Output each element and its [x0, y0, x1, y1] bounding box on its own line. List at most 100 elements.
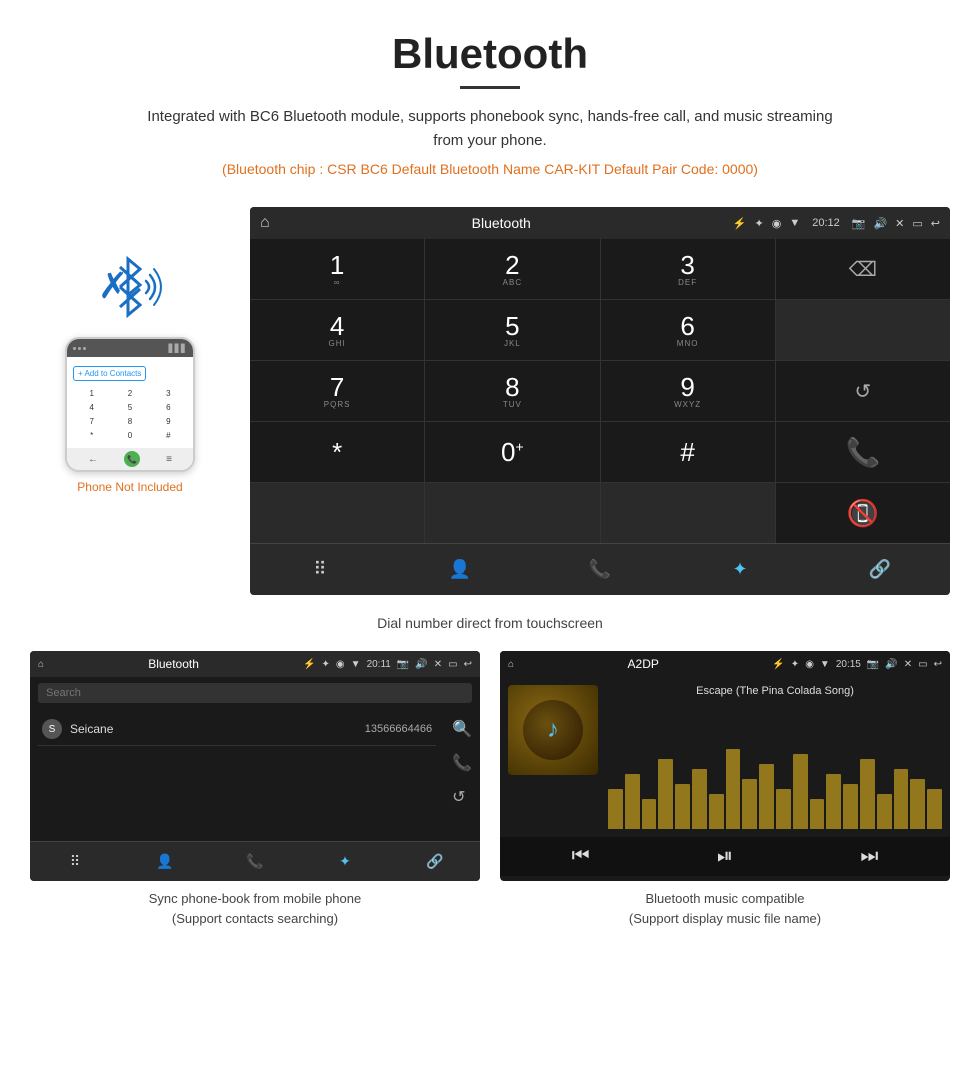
- pb-close-icon[interactable]: ✕: [434, 659, 442, 670]
- pb-signal-icon: ▼: [351, 659, 361, 670]
- dial-key-3[interactable]: 3DEF: [601, 239, 775, 299]
- a2dp-camera-icon[interactable]: 📷: [867, 659, 879, 670]
- music-screen: ⌂ A2DP ⚡ ✦ ◉ ▼ 20:15 📷 🔊 ✕ ▭ ↩ ♪: [500, 651, 950, 881]
- pb-vol-icon[interactable]: 🔊: [415, 659, 427, 670]
- pb-call-icon[interactable]: 📞: [452, 753, 472, 773]
- volume-icon[interactable]: 🔊: [873, 217, 887, 230]
- dial-caption: Dial number direct from touchscreen: [0, 615, 980, 631]
- viz-bar: [894, 769, 909, 829]
- page-title: Bluetooth: [20, 30, 960, 78]
- viz-bar: [608, 789, 623, 829]
- dial-key-2[interactable]: 2ABC: [425, 239, 599, 299]
- phone-mockup: ▋▋▋ + Add to Contacts 1 2 3 4 5 6 7 8 9 …: [65, 337, 195, 472]
- pb-contact-row[interactable]: S Seicane 13566664466: [38, 713, 436, 746]
- dial-key-empty-1: [776, 300, 950, 360]
- a2dp-home-icon[interactable]: ⌂: [508, 659, 514, 670]
- page-header: Bluetooth Integrated with BC6 Bluetooth …: [0, 0, 980, 207]
- dial-key-6[interactable]: 6MNO: [601, 300, 775, 360]
- page-description: Integrated with BC6 Bluetooth module, su…: [140, 105, 840, 153]
- music-visualizer: [608, 703, 942, 829]
- bt-music-icon: ♪: [547, 716, 559, 744]
- window-icon[interactable]: ▭: [912, 217, 922, 230]
- pb-bt-bottom-icon[interactable]: ✦: [325, 842, 365, 882]
- car-status-bar: ⌂ Bluetooth ⚡ ✦ ◉ ▼ 20:12 📷 🔊 ✕ ▭ ↩: [250, 207, 950, 239]
- dial-key-1[interactable]: 1∞: [250, 239, 424, 299]
- album-art-inner: ♪: [523, 700, 583, 760]
- viz-bar: [927, 789, 942, 829]
- dial-key-refresh[interactable]: ↺: [776, 361, 950, 421]
- play-pause-button[interactable]: ⏯: [717, 845, 733, 868]
- pb-contact-letter: S: [42, 719, 62, 739]
- viz-bar: [860, 759, 875, 829]
- phone-key-4: 4: [73, 401, 110, 414]
- phone-key-2: 2: [111, 387, 148, 400]
- dial-key-call-green[interactable]: 📞: [776, 422, 950, 482]
- phone-key-9: 9: [150, 415, 187, 428]
- car-phone-icon[interactable]: 📞: [580, 550, 620, 590]
- pb-side-actions: 🔍 📞 ↺: [444, 709, 480, 817]
- a2dp-back-icon[interactable]: ↩: [934, 659, 942, 670]
- phone-call-button[interactable]: 📞: [124, 451, 140, 467]
- pb-home-icon[interactable]: ⌂: [38, 659, 44, 670]
- main-content: ✗ ▋▋▋ + Add to Contacts: [0, 207, 980, 595]
- pb-apps-icon[interactable]: ⠿: [55, 842, 95, 882]
- phonebook-caption-text: Sync phone-book from mobile phone(Suppor…: [149, 891, 361, 926]
- phone-dialpad: 1 2 3 4 5 6 7 8 9 * 0 #: [73, 387, 187, 442]
- phone-key-star: *: [73, 429, 110, 442]
- pb-search-icon[interactable]: 🔍: [452, 719, 472, 739]
- phonebook-screen: ⌂ Bluetooth ⚡ ✦ ◉ ▼ 20:11 📷 🔊 ✕ ▭ ↩: [30, 651, 480, 881]
- pb-back-icon[interactable]: ↩: [464, 659, 472, 670]
- car-contacts-icon[interactable]: 👤: [440, 550, 480, 590]
- pb-contacts-icon[interactable]: 👤: [145, 842, 185, 882]
- car-bluetooth-icon[interactable]: ✦: [720, 550, 760, 590]
- pb-phone-icon[interactable]: 📞: [235, 842, 275, 882]
- viz-bar: [658, 759, 673, 829]
- dial-key-empty-3: [425, 483, 599, 543]
- dial-key-0[interactable]: 0+: [425, 422, 599, 482]
- next-track-button[interactable]: ⏭: [860, 845, 878, 868]
- back-icon[interactable]: ↩: [931, 217, 940, 230]
- dialpad-grid: 1∞ 2ABC 3DEF ⌫ 4GHI 5JKL: [250, 239, 950, 543]
- phone-top-bar: ▋▋▋: [67, 339, 193, 357]
- dial-key-4[interactable]: 4GHI: [250, 300, 424, 360]
- dial-key-9[interactable]: 9WXYZ: [601, 361, 775, 421]
- a2dp-win-icon[interactable]: ▭: [918, 659, 927, 670]
- car-dial-screen: ⌂ Bluetooth ⚡ ✦ ◉ ▼ 20:12 📷 🔊 ✕ ▭ ↩ 1∞ 2…: [250, 207, 950, 595]
- pb-camera-icon[interactable]: 📷: [397, 659, 409, 670]
- dial-key-call-red[interactable]: 📵: [776, 483, 950, 543]
- usb-icon: ⚡: [733, 217, 747, 230]
- car-apps-icon[interactable]: ⠿: [300, 550, 340, 590]
- viz-bar: [843, 784, 858, 829]
- song-title: Escape (The Pina Colada Song): [608, 685, 942, 697]
- dial-key-empty-2: [250, 483, 424, 543]
- a2dp-title: A2DP: [520, 657, 766, 671]
- a2dp-vol-icon[interactable]: 🔊: [885, 659, 897, 670]
- car-link-icon[interactable]: 🔗: [860, 550, 900, 590]
- phone-key-8: 8: [111, 415, 148, 428]
- dialpad-container: 1∞ 2ABC 3DEF ⌫ 4GHI 5JKL: [250, 239, 950, 543]
- pb-win-icon[interactable]: ▭: [448, 659, 457, 670]
- viz-bar: [877, 794, 892, 829]
- dial-key-empty-4: [601, 483, 775, 543]
- dial-key-backspace[interactable]: ⌫: [776, 239, 950, 299]
- close-icon[interactable]: ✕: [895, 217, 904, 230]
- camera-icon[interactable]: 📷: [852, 217, 866, 230]
- dial-key-5[interactable]: 5JKL: [425, 300, 599, 360]
- prev-track-button[interactable]: ⏮: [572, 845, 590, 868]
- pb-gps-icon: ◉: [336, 659, 345, 670]
- bluetooth-waves: ✗: [90, 247, 170, 327]
- dial-key-hash[interactable]: #: [601, 422, 775, 482]
- pb-link-icon[interactable]: 🔗: [415, 842, 455, 882]
- music-panel: ⌂ A2DP ⚡ ✦ ◉ ▼ 20:15 📷 🔊 ✕ ▭ ↩ ♪: [500, 651, 950, 928]
- viz-bar: [742, 779, 757, 829]
- dial-key-8[interactable]: 8TUV: [425, 361, 599, 421]
- album-art: ♪: [508, 685, 598, 775]
- pb-search-input[interactable]: [38, 683, 472, 703]
- dial-key-star[interactable]: *: [250, 422, 424, 482]
- a2dp-bt-icon: ✦: [791, 659, 799, 670]
- pb-refresh-icon[interactable]: ↺: [452, 787, 472, 807]
- home-icon[interactable]: ⌂: [260, 214, 270, 232]
- phone-key-0: 0: [111, 429, 148, 442]
- dial-key-7[interactable]: 7PQRS: [250, 361, 424, 421]
- a2dp-close-icon[interactable]: ✕: [904, 659, 912, 670]
